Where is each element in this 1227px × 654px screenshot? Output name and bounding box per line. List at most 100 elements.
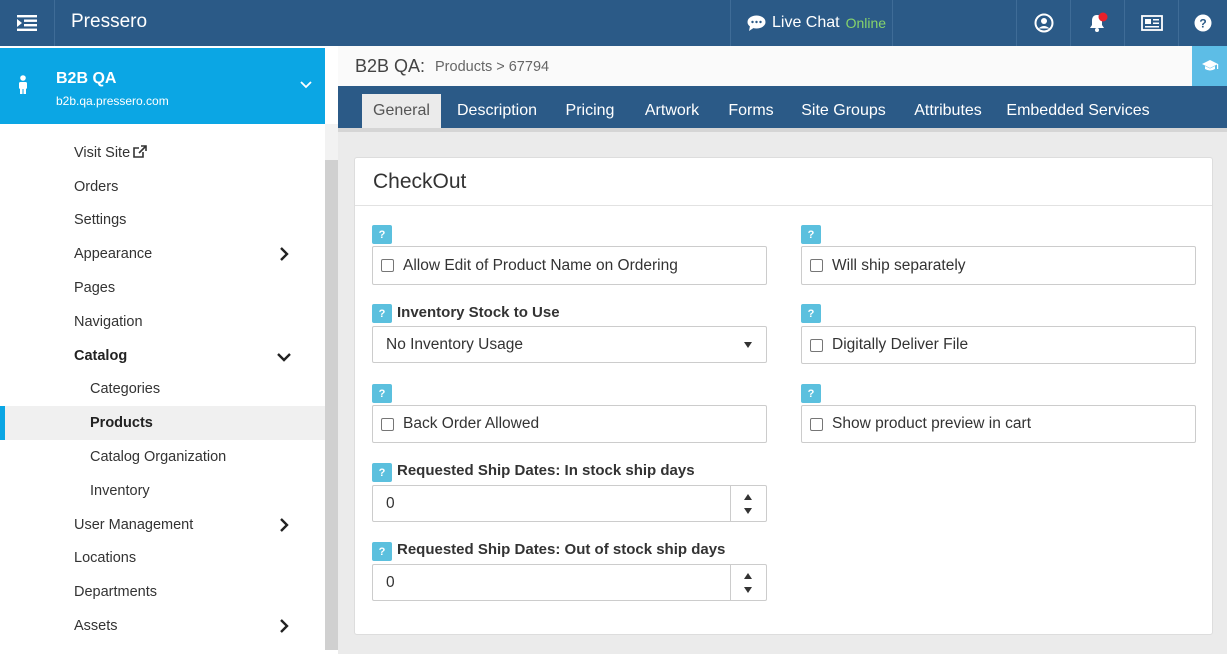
help-icon[interactable]: ?: [372, 463, 392, 482]
chat-bubble-icon: [747, 15, 766, 31]
stepper-down-icon[interactable]: [744, 587, 752, 593]
tab-pricing[interactable]: Pricing: [559, 94, 621, 128]
svg-text:?: ?: [1199, 17, 1206, 31]
sidebar-item-label: Visit Site: [74, 144, 131, 161]
sidebar-item-appearance[interactable]: Appearance: [0, 237, 325, 271]
will-ship-separately-label: Will ship separately: [832, 256, 966, 274]
allow-edit-product-name-field[interactable]: Allow Edit of Product Name on Ordering: [372, 246, 767, 285]
brand-divider: [54, 0, 55, 46]
tab-attributes[interactable]: Attributes: [906, 94, 990, 128]
chevron-down-icon: [300, 81, 312, 89]
sidebar: B2B QA b2b.qa.pressero.com Visit Site Or…: [0, 46, 338, 654]
stepper-up-icon[interactable]: [744, 494, 752, 500]
help-icon[interactable]: ?: [372, 225, 392, 244]
tab-general[interactable]: General: [362, 94, 441, 128]
allow-edit-product-name-checkbox[interactable]: [381, 259, 394, 272]
out-of-stock-ship-days-label: Requested Ship Dates: Out of stock ship …: [397, 541, 726, 558]
allow-edit-product-name-label: Allow Edit of Product Name on Ordering: [403, 256, 678, 274]
top-bar: Pressero Live Chat Online ?: [0, 0, 1227, 46]
bell-icon[interactable]: [1070, 0, 1124, 46]
brand-name[interactable]: Pressero: [71, 11, 147, 33]
show-product-preview-label: Show product preview in cart: [832, 415, 1032, 432]
sidebar-item-inventory[interactable]: Inventory: [0, 474, 325, 508]
help-icon[interactable]: ?: [801, 384, 821, 403]
question-circle-icon[interactable]: ?: [1178, 0, 1227, 46]
in-stock-ship-days-label: Requested Ship Dates: In stock ship days: [397, 462, 695, 479]
stepper-down-icon[interactable]: [744, 508, 752, 514]
sidebar-item-pages[interactable]: Pages: [0, 271, 325, 305]
chevron-right-icon: [280, 247, 289, 262]
in-stock-stepper[interactable]: [730, 486, 766, 521]
digitally-deliver-file-label: Digitally Deliver File: [832, 336, 969, 353]
sidebar-item-label: Orders: [74, 178, 119, 195]
inventory-stock-value: No Inventory Usage: [386, 335, 523, 353]
sidebar-item-catalog-organization[interactable]: Catalog Organization: [0, 440, 325, 474]
site-selector[interactable]: B2B QA b2b.qa.pressero.com: [0, 48, 325, 124]
chat-status: Online: [845, 15, 887, 31]
tab-bar: General Description Pricing Artwork Form…: [338, 86, 1227, 128]
in-stock-ship-days-value: 0: [386, 494, 395, 512]
help-icon[interactable]: ?: [372, 542, 392, 561]
tab-embedded-services[interactable]: Embedded Services: [1005, 94, 1151, 128]
back-order-allowed-field[interactable]: Back Order Allowed: [372, 405, 767, 443]
caret-down-icon: [744, 342, 752, 348]
sidebar-item-label: Categories: [90, 381, 161, 398]
in-stock-ship-days-input[interactable]: 0: [372, 485, 767, 522]
out-of-stock-ship-days-value: 0: [386, 573, 395, 591]
sidebar-item-visit-site[interactable]: Visit Site: [0, 136, 325, 170]
help-icon[interactable]: ?: [801, 225, 821, 244]
live-chat-button[interactable]: Live Chat Online: [730, 0, 893, 46]
tab-artwork[interactable]: Artwork: [637, 94, 707, 128]
will-ship-separately-field[interactable]: Will ship separately: [801, 246, 1196, 285]
sidebar-item-categories[interactable]: Categories: [0, 373, 325, 407]
sidebar-item-settings[interactable]: Settings: [0, 204, 325, 238]
inventory-stock-select[interactable]: No Inventory Usage: [372, 326, 767, 363]
show-product-preview-field[interactable]: Show product preview in cart: [801, 405, 1196, 443]
tab-bar-shadow: [338, 128, 1227, 132]
help-icon[interactable]: ?: [801, 304, 821, 323]
chevron-right-icon: [280, 517, 289, 532]
newspaper-icon[interactable]: [1124, 0, 1178, 46]
tab-site-groups[interactable]: Site Groups: [795, 94, 892, 128]
person-icon: [19, 75, 27, 94]
sidebar-item-label: Settings: [74, 212, 127, 229]
help-icon[interactable]: ?: [372, 384, 392, 403]
graduation-cap-icon[interactable]: [1192, 46, 1227, 86]
panel-title: CheckOut: [373, 170, 467, 193]
sidebar-item-label: Products: [90, 415, 153, 432]
breadcrumb-path[interactable]: Products > 67794: [435, 59, 549, 75]
sidebar-item-label: Departments: [74, 584, 158, 601]
site-url: b2b.qa.pressero.com: [56, 94, 169, 108]
sidebar-item-orders[interactable]: Orders: [0, 170, 325, 204]
sidebar-item-user-management[interactable]: User Management: [0, 508, 325, 542]
tab-forms[interactable]: Forms: [722, 94, 780, 128]
sidebar-item-label: User Management: [74, 516, 194, 533]
will-ship-separately-checkbox[interactable]: [810, 259, 823, 272]
sidebar-item-label: Inventory: [90, 482, 150, 499]
show-product-preview-checkbox[interactable]: [810, 417, 823, 431]
chevron-right-icon: [280, 619, 289, 634]
help-icon[interactable]: ?: [372, 304, 392, 323]
digitally-deliver-file-field[interactable]: Digitally Deliver File: [801, 326, 1196, 364]
sidebar-item-label: Catalog Organization: [90, 449, 227, 466]
sidebar-item-departments[interactable]: Departments: [0, 575, 325, 609]
list-indent-icon[interactable]: [0, 0, 54, 46]
digitally-deliver-file-checkbox[interactable]: [810, 338, 823, 352]
sidebar-item-products[interactable]: Products: [0, 406, 325, 441]
sidebar-item-navigation[interactable]: Navigation: [0, 305, 325, 339]
sidebar-item-label: Navigation: [74, 313, 143, 330]
sidebar-item-assets[interactable]: Assets: [0, 609, 325, 643]
sidebar-scrollbar[interactable]: [325, 160, 338, 650]
breadcrumb: B2B QA: Products > 67794: [338, 46, 1192, 86]
sidebar-item-locations[interactable]: Locations: [0, 542, 325, 576]
user-circle-icon[interactable]: [1016, 0, 1070, 46]
live-chat-label: Live Chat: [772, 14, 840, 31]
stepper-up-icon[interactable]: [744, 573, 752, 579]
sidebar-item-catalog[interactable]: Catalog: [0, 339, 325, 373]
out-of-stock-stepper[interactable]: [730, 565, 766, 600]
panel-divider: [355, 205, 1212, 206]
out-of-stock-ship-days-input[interactable]: 0: [372, 564, 767, 601]
sidebar-item-label: Appearance: [74, 246, 153, 263]
tab-description[interactable]: Description: [450, 94, 544, 128]
back-order-allowed-checkbox[interactable]: [381, 417, 394, 431]
